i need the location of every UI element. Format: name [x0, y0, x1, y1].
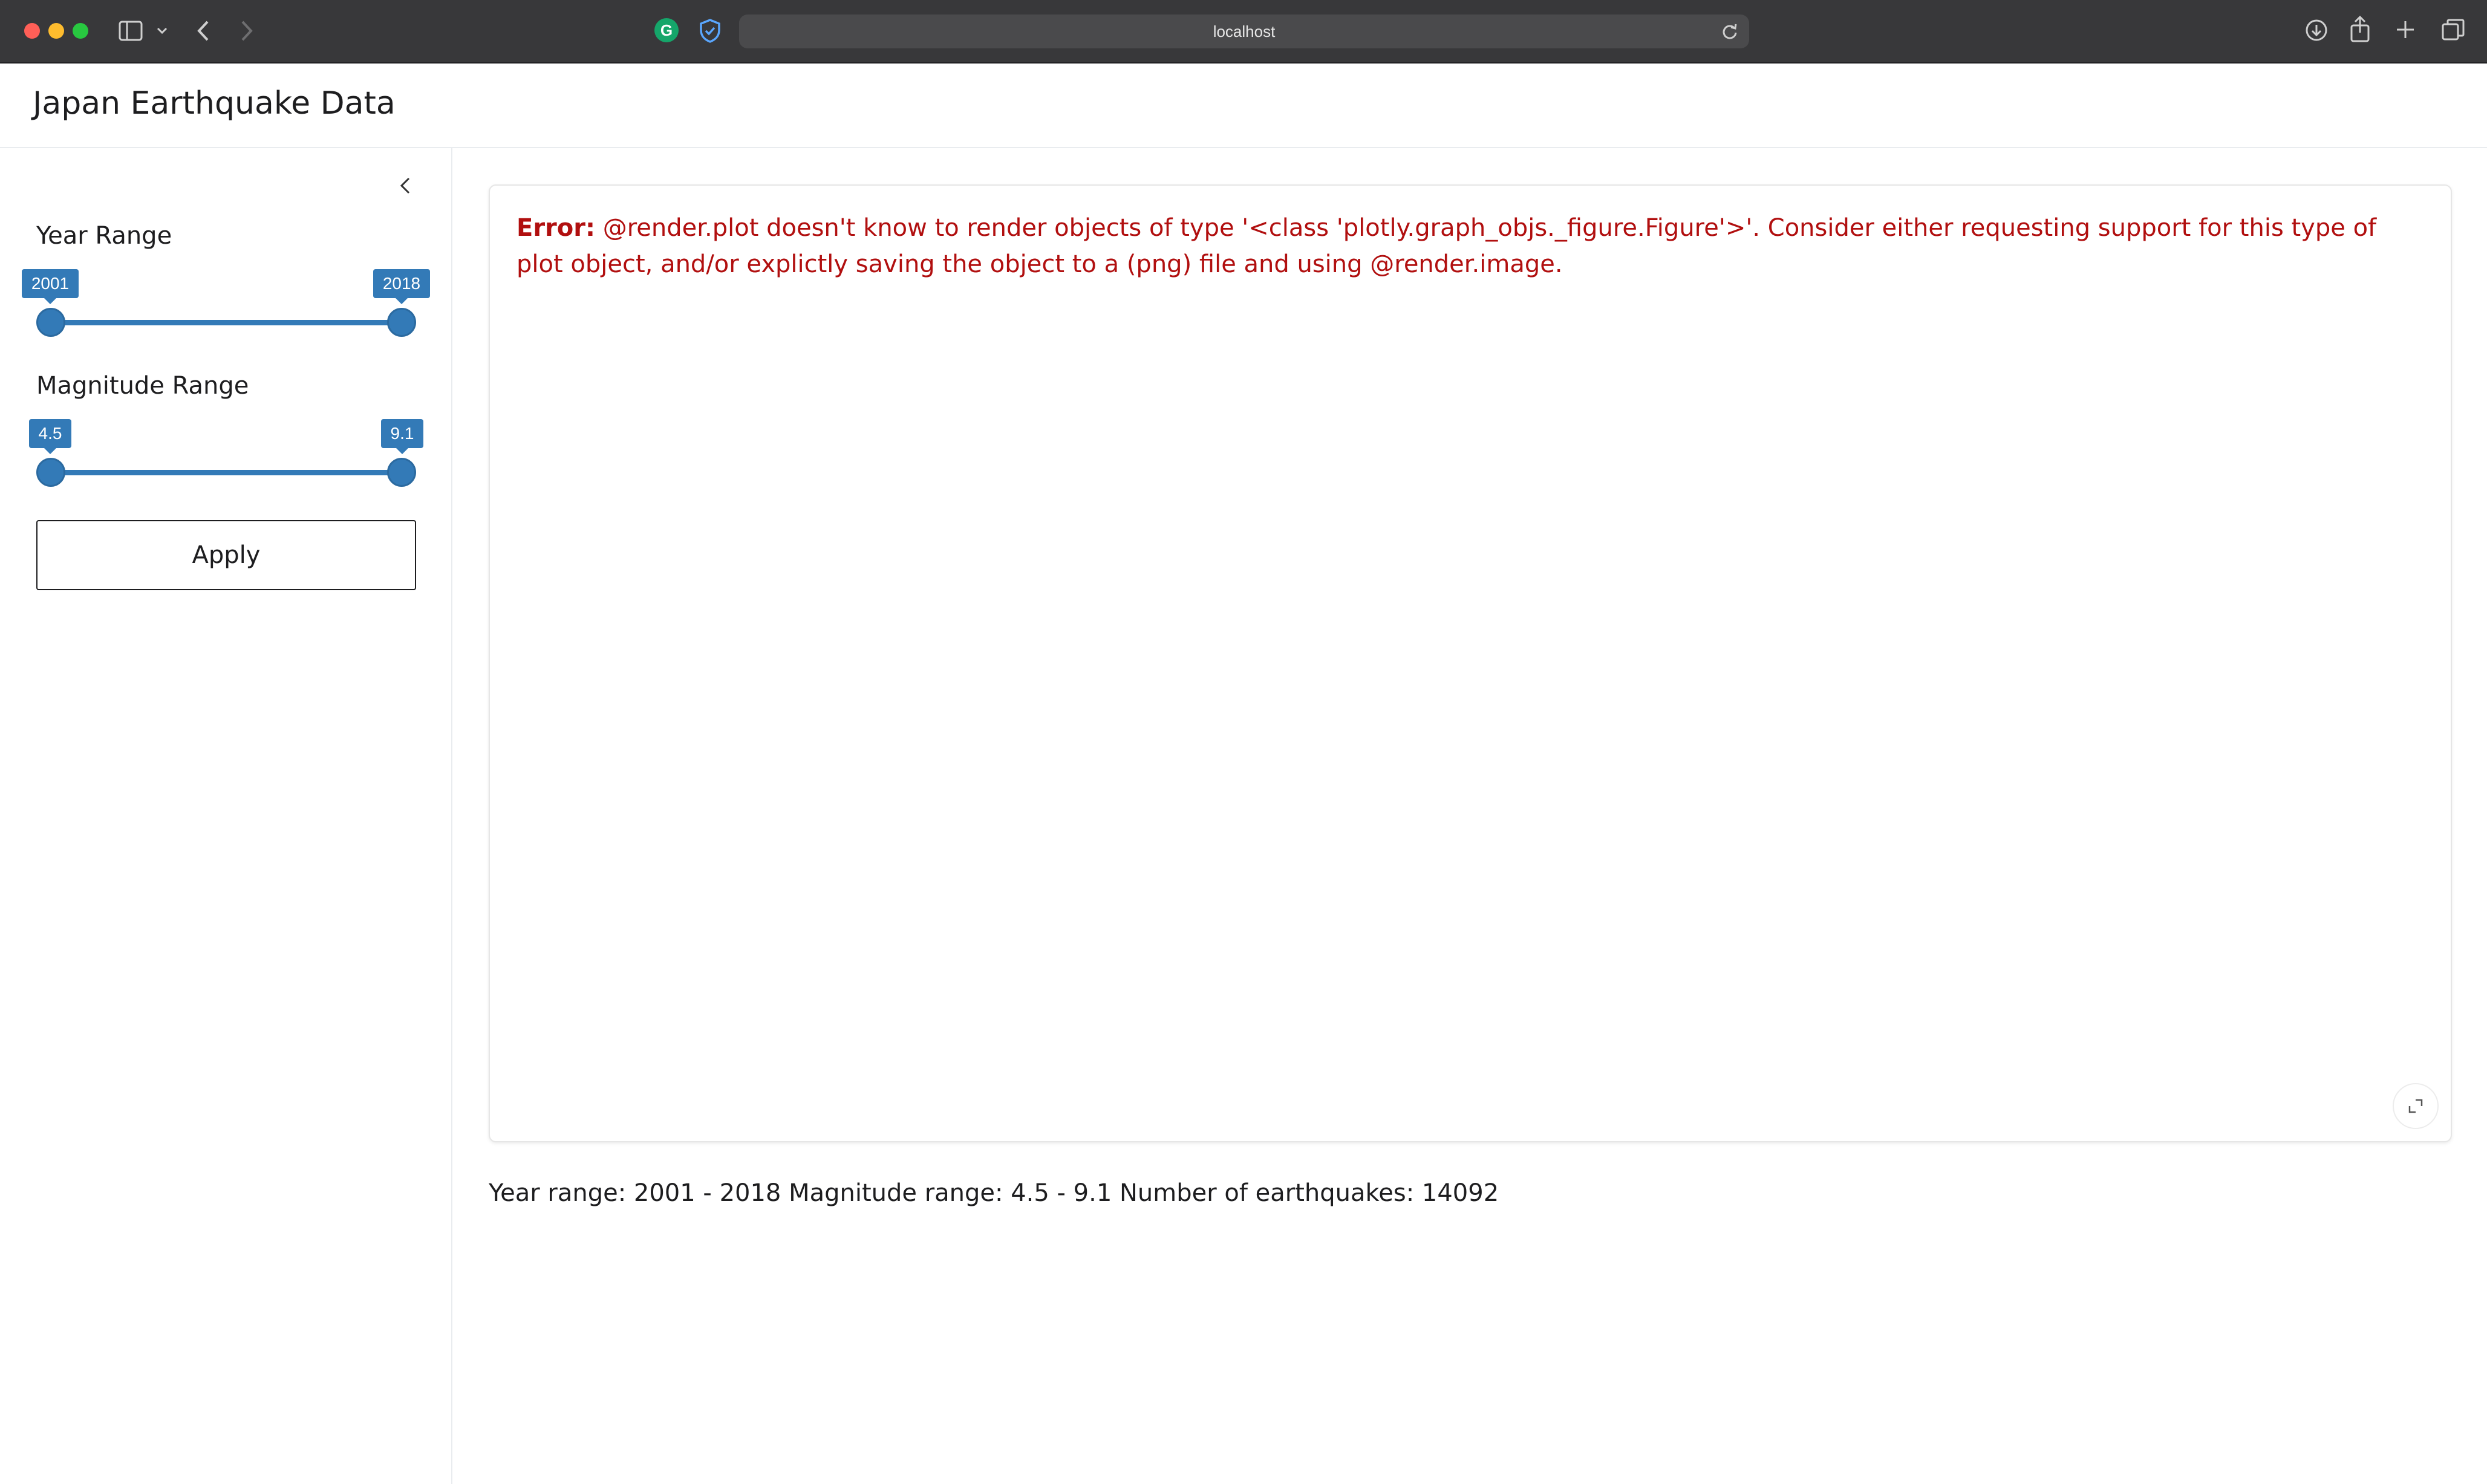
expand-card-button[interactable]: [2393, 1083, 2439, 1129]
year-min-handle[interactable]: [36, 308, 65, 337]
url-text: localhost: [1213, 22, 1276, 41]
error-body: @render.plot doesn't know to render obje…: [517, 214, 2377, 278]
sidebar-icon[interactable]: [119, 21, 143, 41]
plot-card: Error: @render.plot doesn't know to rend…: [489, 184, 2452, 1142]
magnitude-range-label: Magnitude Range: [36, 372, 249, 400]
grammarly-extension-icon[interactable]: G: [654, 18, 679, 42]
year-max-badge: 2018: [373, 269, 430, 304]
zoom-window-button[interactable]: [73, 23, 88, 39]
magnitude-max-badge: 9.1: [381, 419, 423, 454]
year-range-label: Year Range: [36, 222, 172, 250]
back-icon[interactable]: [196, 19, 210, 42]
sidebar-collapse-button[interactable]: [392, 172, 419, 199]
year-min-badge: 2001: [22, 269, 79, 304]
shield-icon[interactable]: [698, 18, 722, 44]
summary-text: Year range: 2001 - 2018 Magnitude range:…: [489, 1179, 1499, 1207]
address-bar[interactable]: localhost: [739, 15, 1749, 48]
browser-toolbar: G localhost: [0, 0, 2487, 63]
app-header: Japan Earthquake Data: [0, 63, 2487, 148]
year-range-track[interactable]: [51, 320, 402, 325]
magnitude-min-badge: 4.5: [29, 419, 71, 454]
forward-icon[interactable]: [240, 19, 254, 42]
tabs-overview-icon[interactable]: [2441, 18, 2465, 41]
error-message: Error: @render.plot doesn't know to rend…: [517, 210, 2422, 282]
apply-button[interactable]: Apply: [36, 520, 416, 590]
share-icon[interactable]: [2349, 16, 2371, 42]
chevron-down-icon[interactable]: [156, 27, 168, 35]
page-title: Japan Earthquake Data: [33, 85, 396, 122]
magnitude-range-track[interactable]: [51, 470, 402, 475]
sidebar: Year Range 2001 2018 Magnitude Range 4.5…: [0, 148, 452, 1484]
reload-icon[interactable]: [1721, 23, 1738, 42]
error-prefix: Error:: [517, 214, 595, 242]
chevron-left-icon: [400, 177, 410, 194]
expand-icon: [2408, 1099, 2423, 1113]
magnitude-max-handle[interactable]: [387, 458, 416, 487]
year-max-handle[interactable]: [387, 308, 416, 337]
close-window-button[interactable]: [24, 23, 40, 39]
new-tab-icon[interactable]: [2395, 19, 2416, 40]
download-icon[interactable]: [2304, 18, 2329, 42]
magnitude-min-handle[interactable]: [36, 458, 65, 487]
minimize-window-button[interactable]: [48, 23, 64, 39]
